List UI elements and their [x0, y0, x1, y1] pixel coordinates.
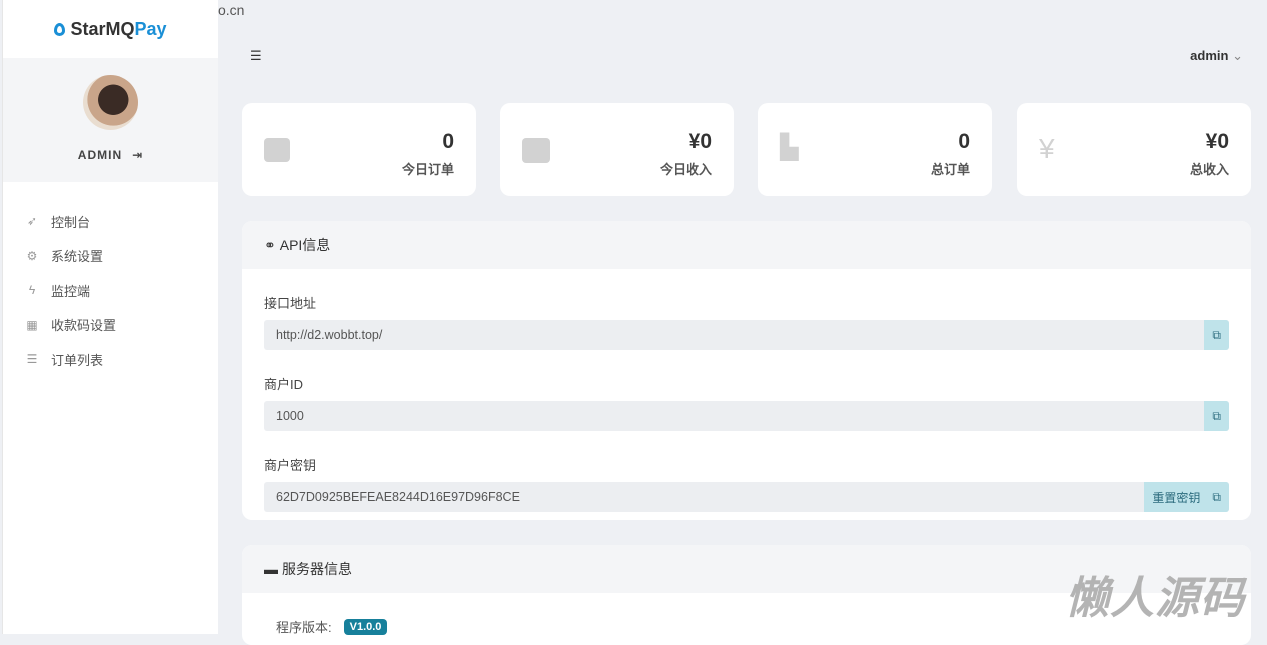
field-value: 62D7D0925BEFEAE8244D16E97D96F8CE	[276, 490, 520, 504]
panel-title: API信息	[279, 237, 331, 253]
watermark: 懒人源码	[1065, 574, 1245, 623]
bag-icon	[264, 138, 290, 162]
server-icon: ▬	[264, 561, 278, 577]
stat-value: ¥0	[688, 130, 712, 153]
bolt-icon: ϟ	[28, 283, 36, 298]
stat-card-today-income: ¥0 今日收入	[500, 103, 734, 196]
link-icon: ⚭	[264, 236, 276, 253]
stat-value: ¥0	[1205, 130, 1229, 153]
brand-part2: Pay	[134, 18, 167, 39]
logout-icon[interactable]: ⇥	[132, 148, 143, 162]
copy-icon: ⧉	[1212, 327, 1221, 342]
sidebar-item-dashboard[interactable]: ➶ 控制台	[3, 204, 218, 239]
stat-label: 今日订单	[401, 162, 454, 177]
sidebar-item-qrcode[interactable]: ▦ 收款码设置	[3, 308, 218, 343]
nav-label: 系统设置	[51, 249, 104, 265]
nav-label: 订单列表	[51, 352, 104, 368]
menu-toggle-icon[interactable]: ☰	[250, 48, 262, 64]
stat-value: 0	[442, 130, 454, 153]
yen-icon: ¥	[1039, 133, 1055, 164]
nav-label: 监控端	[51, 283, 91, 299]
brand-logo[interactable]: StarMQ Pay	[3, 0, 218, 58]
copy-button[interactable]: ⧉	[1204, 401, 1229, 431]
version-label: 程序版本:	[276, 620, 332, 635]
stat-card-today-orders: 0 今日订单	[242, 103, 476, 196]
copy-button[interactable]: ⧉	[1204, 320, 1229, 350]
copy-icon: ⧉	[1212, 408, 1221, 423]
profile: ADMIN ⇥	[3, 58, 218, 182]
sidebar-item-settings[interactable]: ⚙ 系统设置	[3, 239, 218, 274]
sidebar-item-monitor[interactable]: ϟ 监控端	[3, 273, 218, 308]
merchant-key-field[interactable]: 62D7D0925BEFEAE8244D16E97D96F8CE 重置密钥 ⧉	[264, 482, 1229, 512]
user-menu-label: admin	[1190, 48, 1229, 63]
stat-label: 总订单	[930, 162, 970, 177]
api-info-panel: ⚭ API信息 接口地址 http://d2.wobbt.top/ ⧉ 商户ID 1…	[242, 221, 1251, 520]
version-badge: V1.0.0	[343, 618, 388, 635]
nav-label: 控制台	[51, 214, 91, 230]
stat-label: 今日收入	[659, 162, 712, 177]
copy-icon[interactable]: ⧉	[1212, 490, 1221, 505]
stat-label: 总收入	[1189, 162, 1229, 177]
field-label: 接口地址	[264, 296, 317, 311]
topbar: ☰ admin ⌄	[250, 48, 1243, 64]
flame-icon	[54, 22, 66, 36]
panel-title: 服务器信息	[282, 561, 352, 577]
nav-label: 收款码设置	[51, 318, 117, 334]
stat-value: 0	[958, 130, 970, 153]
sidebar-nav: ➶ 控制台 ⚙ 系统设置 ϟ 监控端 ▦ 收款码设置 ☰ 订单列表	[3, 204, 218, 377]
reset-key-label: 重置密钥	[1152, 490, 1201, 505]
qrcode-icon: ▦	[26, 317, 38, 332]
chart-icon: ▙	[780, 134, 799, 161]
chevron-down-icon: ⌄	[1232, 48, 1243, 63]
list-icon: ☰	[26, 352, 38, 367]
merchant-id-field[interactable]: 1000 ⧉	[264, 401, 1229, 431]
avatar	[83, 75, 138, 130]
sidebar-item-orders[interactable]: ☰ 订单列表	[3, 342, 218, 377]
stat-card-total-income: ¥ ¥0 总收入	[1017, 103, 1251, 196]
stat-card-total-orders: ▙ 0 总订单	[758, 103, 992, 196]
reset-key-button[interactable]: 重置密钥 ⧉	[1144, 482, 1229, 512]
field-value: 1000	[276, 409, 304, 423]
username: ADMIN	[77, 148, 123, 162]
rocket-icon: ➶	[26, 214, 38, 229]
field-value: http://d2.wobbt.top/	[276, 328, 383, 342]
sidebar: StarMQ Pay ADMIN ⇥ ➶ 控制台 ⚙ 系统设置 ϟ 监控端 ▦ 收款码设置 …	[2, 0, 218, 634]
field-label: 商户ID	[264, 377, 304, 392]
gear-icon: ⚙	[26, 248, 38, 263]
api-url-field[interactable]: http://d2.wobbt.top/ ⧉	[264, 320, 1229, 350]
url-fragment: o.cn	[218, 2, 245, 18]
field-label: 商户密钥	[264, 458, 317, 473]
user-menu[interactable]: admin ⌄	[1190, 48, 1243, 64]
wallet-icon	[522, 138, 550, 163]
brand-part1: StarMQ	[70, 18, 135, 39]
